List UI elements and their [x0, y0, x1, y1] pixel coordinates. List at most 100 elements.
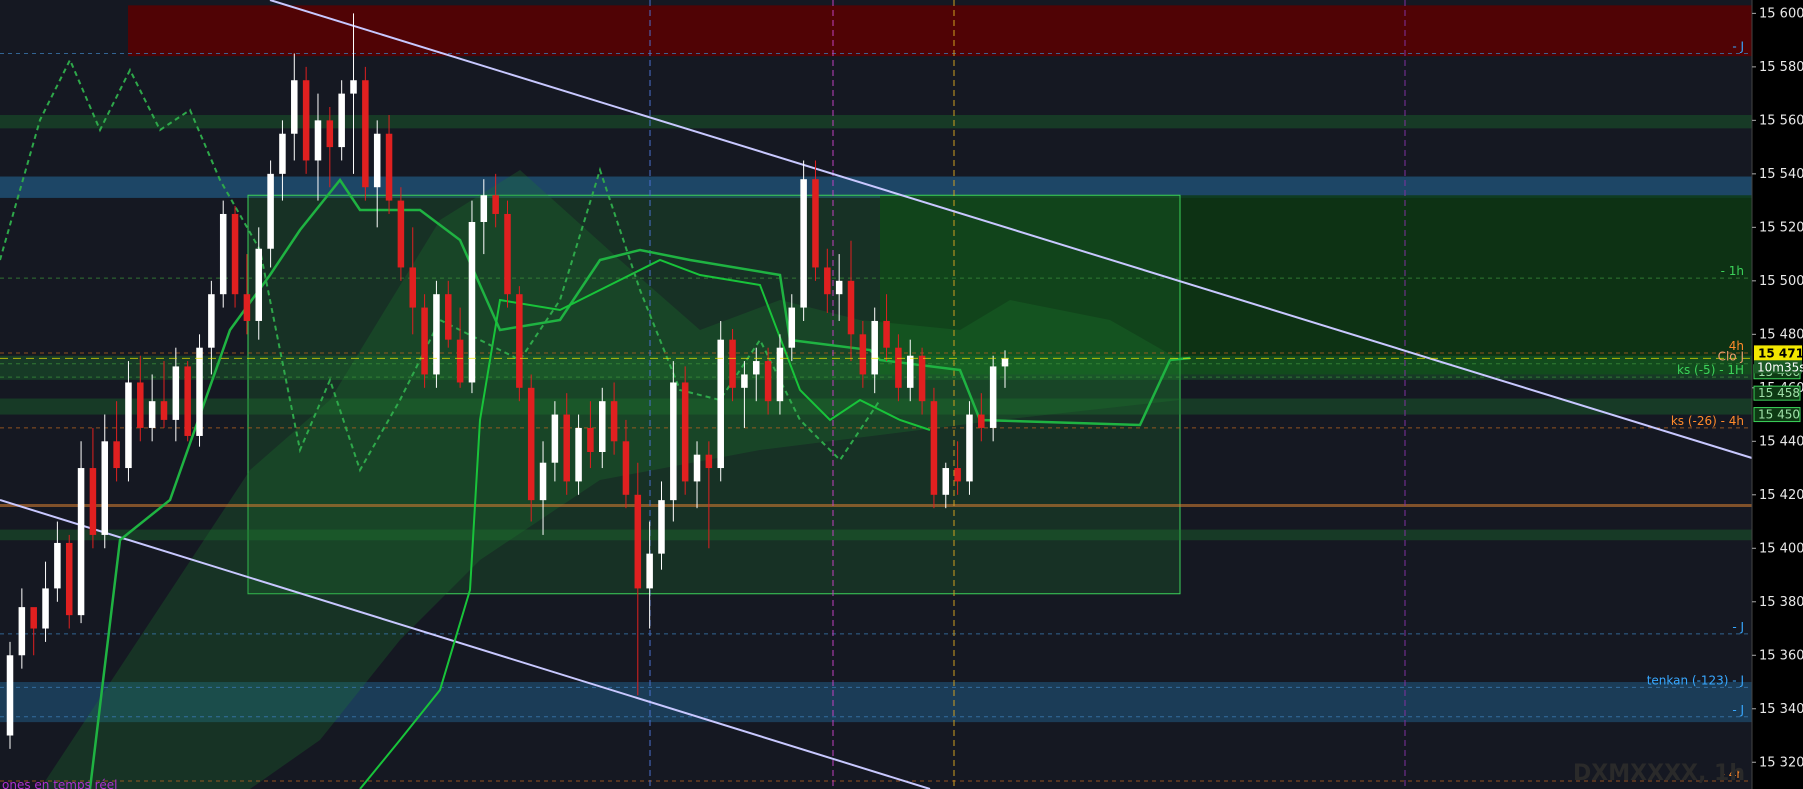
candle-body	[835, 280, 843, 295]
candle-body	[231, 213, 239, 295]
level-annotation: - J	[1732, 620, 1744, 634]
candle-body	[871, 320, 878, 375]
price-chart[interactable]: 15 320 15 340 15 360 15 380 15 400 15 420 15 4…	[0, 0, 1803, 789]
candle-body	[409, 267, 416, 308]
candle-body	[527, 387, 535, 501]
candle-body	[622, 441, 630, 495]
candle-body	[847, 280, 855, 335]
candle-body	[966, 414, 973, 482]
candle-body	[77, 468, 85, 616]
candle-body	[101, 441, 109, 535]
y-tick-label: 15 360	[1759, 648, 1803, 663]
y-tick-label: 15 440	[1759, 434, 1803, 449]
chart-svg[interactable]: 15 320 15 340 15 360 15 380 15 400 15 420 15 4…	[0, 0, 1803, 789]
y-tick-label: 15 380	[1759, 595, 1803, 610]
candle-body	[788, 307, 796, 348]
realtime-status-text: ones en temps réel	[2, 778, 117, 789]
candle-body	[646, 553, 653, 589]
candle-body	[350, 80, 357, 94]
level-annotation: - 1h	[1721, 264, 1744, 278]
candle-body	[1001, 358, 1009, 367]
y-tick-label: 15 480	[1759, 327, 1803, 342]
candle-body	[741, 374, 748, 388]
y-tick-label: 15 320	[1759, 755, 1803, 770]
candle-body	[89, 468, 97, 535]
candle-body	[587, 427, 594, 453]
candle-body	[634, 494, 642, 589]
candle-body	[752, 361, 760, 375]
candle-body	[883, 320, 890, 348]
candle-body	[421, 307, 428, 375]
candle-body	[219, 213, 227, 295]
candle-body	[18, 607, 26, 656]
candle-body	[989, 366, 997, 428]
candle-body	[172, 366, 180, 420]
y-tick-label: 15 580	[1759, 60, 1803, 75]
level-annotation: - J	[1732, 703, 1744, 717]
candle-body	[800, 179, 807, 308]
candle-body	[338, 93, 345, 148]
level-annotation: ks (-5) - 1H	[1677, 363, 1744, 377]
candle-body	[125, 382, 132, 469]
candle-body	[776, 347, 784, 402]
candle-body	[433, 294, 440, 375]
candle-body	[30, 607, 37, 629]
y-tick-label: 15 520	[1759, 220, 1803, 235]
candle-body	[658, 500, 665, 554]
candle-body	[599, 401, 606, 453]
candle-body	[54, 542, 61, 589]
candle-body	[670, 382, 677, 501]
candle-body	[279, 133, 286, 174]
candle-body	[906, 355, 914, 388]
candle-body	[255, 248, 263, 321]
candle-body	[516, 294, 523, 388]
candle-body	[812, 179, 819, 268]
candle-body	[492, 195, 499, 214]
candle-body	[610, 401, 618, 442]
candle-body	[693, 454, 701, 482]
candle-body	[551, 414, 559, 463]
candle-body	[302, 80, 310, 161]
candle-body	[504, 213, 511, 295]
candle-body	[160, 401, 168, 420]
candle-body	[942, 468, 950, 495]
candle-body	[385, 133, 393, 201]
candle-body	[705, 454, 713, 469]
zone-green_band-1	[0, 115, 1752, 129]
candle-body	[113, 441, 120, 469]
candle-body	[208, 294, 215, 348]
candle-body	[918, 355, 926, 402]
candle-body	[326, 120, 334, 148]
candle-body	[196, 347, 203, 436]
candle-body	[575, 427, 582, 482]
candle-body	[764, 361, 772, 402]
y-tick-label: 15 340	[1759, 702, 1803, 717]
candle-body	[895, 347, 902, 388]
y-tick-label: 15 560	[1759, 113, 1803, 128]
level-annotation: Clo J	[1718, 350, 1744, 364]
candle-body	[6, 655, 14, 736]
candle-body	[954, 468, 961, 482]
candle-body	[42, 588, 49, 629]
candle-body	[824, 267, 831, 295]
candle-body	[717, 339, 724, 469]
candle-body	[729, 339, 736, 388]
candle-body	[859, 334, 867, 375]
candle-body	[681, 382, 689, 482]
candle-body	[314, 120, 322, 161]
candle-body	[373, 133, 381, 188]
candle-body	[480, 195, 488, 222]
current-price-label: 15 471	[1758, 346, 1803, 360]
candle-body	[563, 414, 570, 482]
countdown-label: 10m35s	[1757, 360, 1803, 374]
y-tick-label: 15 500	[1759, 274, 1803, 289]
y-tick-label: 15 600	[1759, 6, 1803, 21]
candle-body	[184, 366, 191, 436]
candle-body	[291, 80, 298, 134]
candle-body	[243, 294, 251, 321]
candle-body	[362, 80, 369, 188]
candle-body	[930, 401, 938, 495]
candle-body	[148, 401, 156, 428]
candle-body	[456, 339, 464, 383]
candle-body	[539, 462, 547, 501]
